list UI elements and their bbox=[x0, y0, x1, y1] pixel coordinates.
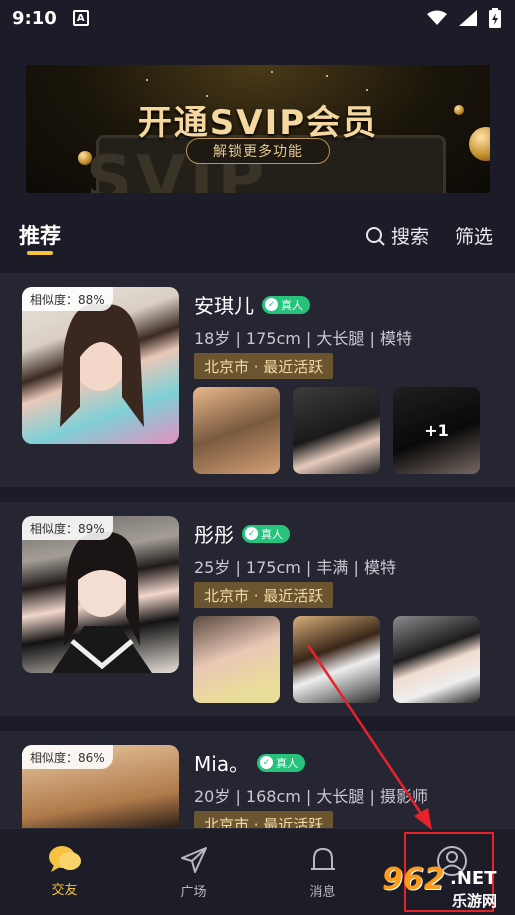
user-info: 18岁 | 175cm | 大长腿 | 模特 bbox=[194, 329, 412, 348]
banner-title: 开通SVIP会员 bbox=[137, 103, 379, 143]
verified-label: 真人 bbox=[281, 298, 303, 312]
avatar[interactable]: 相似度：88% bbox=[22, 287, 179, 444]
battery-icon bbox=[489, 8, 501, 28]
gold-ball-left bbox=[78, 151, 92, 165]
user-info: 20岁 | 168cm | 大长腿 | 摄影师 bbox=[194, 787, 428, 806]
photo-thumbnail[interactable] bbox=[193, 387, 280, 474]
verified-badge: ✓ 真人 bbox=[262, 295, 310, 314]
user-name: Mia。 bbox=[194, 752, 250, 776]
sparkle bbox=[146, 79, 148, 81]
status-bar: 9:10 A bbox=[0, 0, 515, 36]
check-icon: ✓ bbox=[260, 756, 274, 769]
user-name: 彤彤 bbox=[194, 523, 234, 547]
avatar[interactable]: 相似度：89% bbox=[22, 516, 179, 673]
paper-plane-icon bbox=[180, 847, 207, 873]
nav-item-plaza[interactable]: 广场 bbox=[129, 829, 258, 915]
similarity-badge: 相似度：89% bbox=[22, 516, 113, 540]
user-info: 25岁 | 175cm | 丰满 | 模特 bbox=[194, 558, 396, 577]
location-tag: 北京市 · 最近活跃 bbox=[194, 353, 334, 379]
photo-thumbnails: +1 bbox=[193, 387, 480, 474]
user-name: 安琪儿 bbox=[194, 294, 254, 318]
nav-item-messages[interactable]: 消息 bbox=[258, 829, 387, 915]
watermark-logo: 962 .NET 乐游网 bbox=[372, 862, 512, 914]
tab-bar: 推荐 搜索 筛选 bbox=[0, 210, 515, 260]
similarity-badge: 相似度：86% bbox=[22, 745, 113, 769]
search-icon bbox=[366, 226, 385, 246]
tab-active-indicator bbox=[27, 251, 53, 255]
photo-thumbnails bbox=[193, 616, 480, 703]
search-label: 搜索 bbox=[391, 226, 430, 248]
check-icon: ✓ bbox=[265, 298, 278, 311]
banner-subtitle: 解锁更多功能 bbox=[186, 138, 330, 164]
nav-label: 消息 bbox=[309, 885, 336, 900]
location-tag: 北京市 · 最近活跃 bbox=[194, 582, 334, 608]
sparkle bbox=[366, 89, 368, 91]
verified-badge: ✓ 真人 bbox=[242, 524, 290, 543]
sparkle bbox=[326, 75, 328, 77]
wifi-icon bbox=[427, 10, 447, 25]
similarity-badge: 相似度：88% bbox=[22, 287, 113, 311]
photo-thumbnail[interactable] bbox=[293, 616, 380, 703]
status-time: 9:10 bbox=[12, 7, 57, 29]
photo-thumbnail[interactable]: +1 bbox=[393, 387, 480, 474]
search-button[interactable]: 搜索 bbox=[365, 222, 429, 249]
chat-bubbles-icon bbox=[48, 846, 81, 872]
photo-thumbnail[interactable] bbox=[193, 616, 280, 703]
user-card[interactable]: 相似度：88% 安琪儿 ✓ 真人 18岁 | 175cm | 大长腿 | 模特 … bbox=[0, 273, 515, 487]
verified-badge: ✓ 真人 bbox=[257, 753, 306, 772]
verified-label: 真人 bbox=[261, 527, 283, 541]
watermark-chinese: 乐游网 bbox=[452, 892, 498, 910]
watermark-suffix: .NET bbox=[450, 868, 497, 889]
notification-icon: A bbox=[72, 10, 89, 26]
user-card[interactable]: 相似度：89% 彤彤 ✓ 真人 25岁 | 175cm | 丰满 | 模特 北京… bbox=[0, 502, 515, 716]
filter-button[interactable]: 筛选 bbox=[455, 222, 493, 249]
sparkle bbox=[271, 71, 273, 73]
watermark-number: 962 bbox=[382, 862, 445, 897]
verified-label: 真人 bbox=[276, 756, 299, 770]
nav-label: 广场 bbox=[180, 885, 207, 900]
signal-icon bbox=[459, 10, 477, 26]
photo-thumbnail[interactable] bbox=[293, 387, 380, 474]
nav-item-friends[interactable]: 交友 bbox=[0, 829, 129, 915]
more-photos-count: +1 bbox=[393, 387, 480, 474]
nav-label: 交友 bbox=[51, 883, 78, 898]
check-icon: ✓ bbox=[245, 527, 258, 540]
svip-banner[interactable]: SVIP 开通SVIP会员 解锁更多功能 bbox=[26, 65, 490, 193]
photo-thumbnail[interactable] bbox=[393, 616, 480, 703]
tab-recommend[interactable]: 推荐 bbox=[19, 220, 61, 250]
bell-icon bbox=[310, 848, 335, 870]
